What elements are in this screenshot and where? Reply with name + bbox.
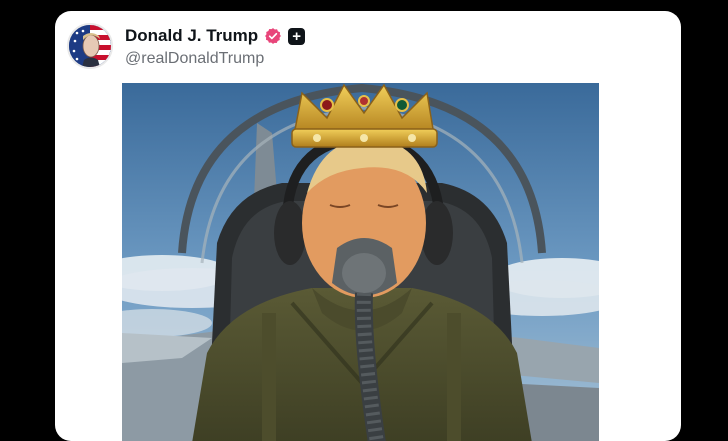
post-card[interactable]: Donald J. Trump + @realDonaldTrump: [55, 11, 681, 441]
avatar[interactable]: [67, 23, 113, 69]
plus-badge-icon: +: [288, 27, 306, 45]
pilot-crown-illustration: [122, 83, 599, 441]
author-name[interactable]: Donald J. Trump: [125, 26, 258, 46]
author-handle[interactable]: @realDonaldTrump: [125, 50, 264, 68]
post-header: Donald J. Trump +: [125, 25, 306, 47]
verified-badge-icon: [265, 28, 282, 44]
avatar-image: [69, 25, 111, 67]
post-image[interactable]: [122, 83, 599, 441]
